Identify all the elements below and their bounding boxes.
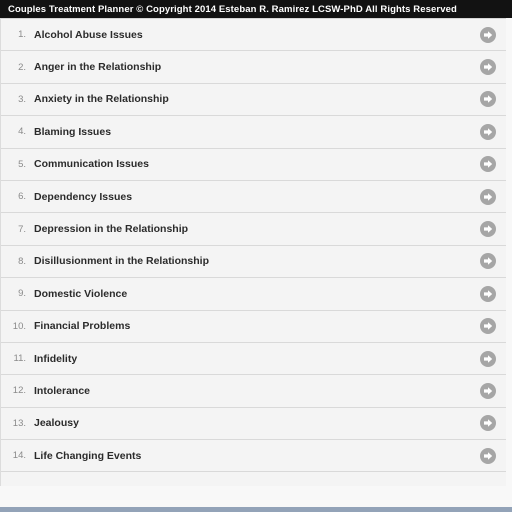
title-bar-text: Couples Treatment Planner © Copyright 20… [8,3,457,15]
list-item-label: Dependency Issues [34,190,133,203]
list-item-label: Financial Problems [34,320,131,333]
list-item-label: Anger in the Relationship [34,61,162,74]
arrow-right-circle-icon[interactable] [478,154,498,174]
list-item-index: 14. [12,450,26,462]
list-item[interactable]: 4. Blaming Issues [1,116,506,149]
list-scroll-container[interactable]: 1. Alcohol Abuse Issues 2. Anger in the Rel… [0,18,512,493]
list-item[interactable]: 7. Depression in the Relationship [1,213,506,246]
list-item-label: Infidelity [34,352,78,365]
arrow-right-circle-icon[interactable] [478,89,498,109]
list-item-index: 10. [12,320,26,332]
list-item[interactable]: 1. Alcohol Abuse Issues [1,19,506,52]
list-item[interactable]: 12. Intolerance [1,375,506,408]
list-item-label: Jealousy [34,417,79,430]
list-item[interactable]: 5. Communication Issues [1,148,506,181]
list-item[interactable]: 2. Anger in the Relationship [1,51,506,84]
system-bar [0,507,512,512]
arrow-right-circle-icon[interactable] [478,316,498,336]
list-item-label: Domestic Violence [34,287,128,300]
arrow-right-circle-icon[interactable] [478,187,498,207]
list-item-index: 2. [18,61,26,73]
list-item-label: Communication Issues [34,158,149,171]
list-item[interactable]: 10. Financial Problems [1,310,506,343]
list-item-index: 9. [18,288,26,300]
list-item-index: 12. [12,385,26,397]
list-item-index: 3. [18,93,26,105]
list-item-partial[interactable] [1,472,506,487]
scrollbar-thumb[interactable] [507,20,511,400]
list-item-label: Disillusionment in the Relationship [34,255,210,268]
list-item[interactable]: 6. Dependency Issues [1,180,506,214]
arrow-right-circle-icon[interactable] [478,381,498,401]
arrow-right-circle-icon[interactable] [478,349,498,369]
list-item[interactable]: 11. Infidelity [1,342,506,376]
list-item-index: 11. [13,353,26,365]
list-item-index: 5. [18,158,26,170]
list-item-index: 13. [12,417,26,429]
list-item-index: 4. [18,126,26,138]
bottom-blank-area [0,493,512,507]
list-item-index: 7. [18,223,26,235]
arrow-right-circle-icon[interactable] [478,25,498,45]
list-item-label: Blaming Issues [34,125,112,138]
arrow-right-circle-icon[interactable] [478,122,498,142]
app-root: Couples Treatment Planner © Copyright 20… [0,0,512,512]
arrow-right-circle-icon[interactable] [478,251,498,271]
list-item-label: Life Changing Events [34,449,142,462]
list-item[interactable]: 8. Disillusionment in the Relationship [1,245,506,279]
arrow-right-circle-icon[interactable] [478,446,498,466]
list-item-index: 1. [18,29,26,41]
treatment-topic-list: 1. Alcohol Abuse Issues 2. Anger in the Rel… [0,18,506,487]
list-item-label: Anxiety in the Relationship [34,93,169,106]
arrow-right-circle-icon[interactable] [478,219,498,239]
list-item-label: Intolerance [34,384,91,397]
list-item-label: Alcohol Abuse Issues [34,28,143,41]
vertical-scrollbar[interactable] [506,18,512,493]
list-item[interactable]: 3. Anxiety in the Relationship [1,83,506,117]
list-item-label: Depression in the Relationship [34,223,189,236]
list-item[interactable]: 9. Domestic Violence [1,278,506,311]
arrow-right-circle-icon[interactable] [478,57,498,77]
title-bar: Couples Treatment Planner © Copyright 20… [0,0,512,18]
arrow-right-circle-icon[interactable] [478,284,498,304]
list-item-index: 6. [18,191,26,203]
list-item-index: 8. [18,255,26,267]
list-item[interactable]: 13. Jealousy [1,407,506,441]
arrow-right-circle-icon[interactable] [478,413,498,433]
list-item[interactable]: 14. Life Changing Events [1,440,506,473]
